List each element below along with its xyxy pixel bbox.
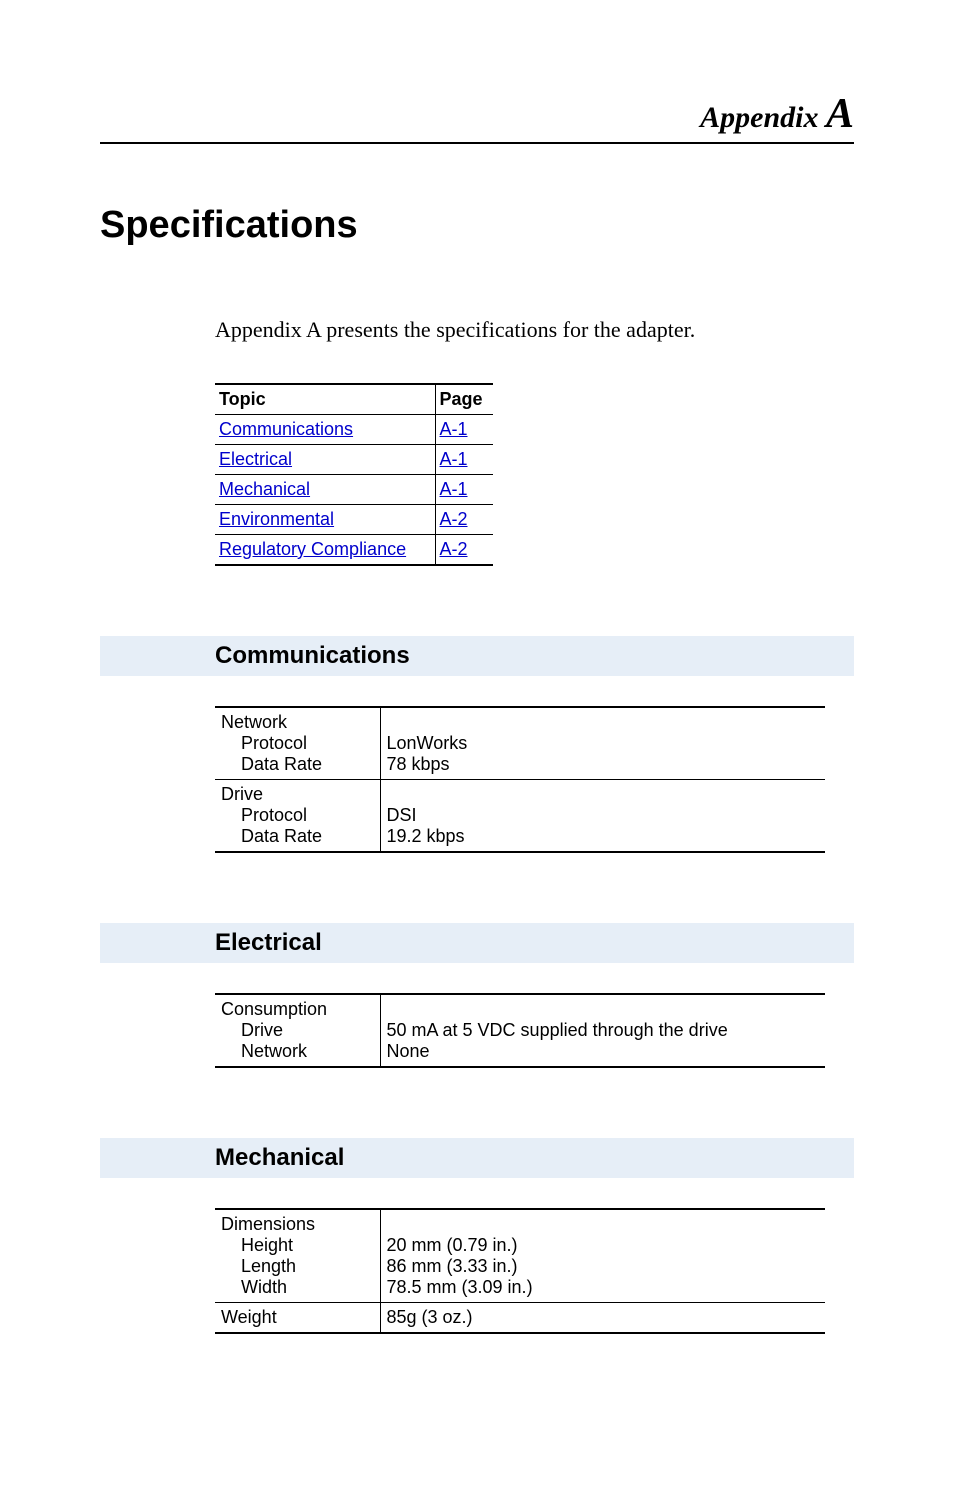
communications-table: Network Protocol Data Rate LonWorks 78 k… [215,706,825,853]
spec-sublabel: Network [221,1041,374,1062]
mechanical-table: Dimensions Height Length Width 20 mm (0.… [215,1208,825,1334]
appendix-label: Appendix [700,101,826,134]
page-title: Specifications [100,204,854,247]
spec-value: 50 mA at 5 VDC supplied through the driv… [387,1020,728,1040]
spec-value: 86 mm (3.33 in.) [387,1256,518,1276]
spec-sublabel: Drive [221,1020,374,1041]
spec-value: DSI [387,805,417,825]
section-heading-mechanical: Mechanical [100,1138,854,1178]
topic-table: Topic Page Communications A-1 Electrical… [215,383,493,566]
electrical-table: Consumption Drive Network 50 mA at 5 VDC… [215,993,825,1068]
spec-label: Drive [221,784,263,804]
spec-value: 20 mm (0.79 in.) [387,1235,518,1255]
page-link[interactable]: A-2 [440,509,468,529]
spec-label: Consumption [221,999,327,1019]
table-row: Dimensions Height Length Width 20 mm (0.… [215,1209,825,1303]
spec-label: Dimensions [221,1214,315,1234]
spec-value: 78.5 mm (3.09 in.) [387,1277,533,1297]
spec-sublabel: Data Rate [221,754,374,775]
spec-sublabel: Length [221,1256,374,1277]
spec-sublabel: Protocol [221,733,374,754]
table-row: Electrical A-1 [215,445,493,475]
spec-sublabel: Data Rate [221,826,374,847]
table-row: Environmental A-2 [215,505,493,535]
spec-label: Network [221,712,287,732]
page-link[interactable]: A-2 [440,539,468,559]
spec-label: Weight [221,1307,277,1327]
topic-header: Topic [215,384,435,415]
table-row: Mechanical A-1 [215,475,493,505]
spec-value: LonWorks [387,733,468,753]
topic-link[interactable]: Electrical [219,449,292,469]
intro-text: Appendix A presents the specifications f… [215,317,854,343]
spec-sublabel: Protocol [221,805,374,826]
section-heading-communications: Communications [100,636,854,676]
page-link[interactable]: A-1 [440,449,468,469]
spec-sublabel: Height [221,1235,374,1256]
table-row: Drive Protocol Data Rate DSI 19.2 kbps [215,780,825,853]
appendix-header: Appendix A [100,90,854,144]
table-row: Regulatory Compliance A-2 [215,535,493,566]
topic-link[interactable]: Communications [219,419,353,439]
spec-value: 85g (3 oz.) [387,1307,473,1327]
spec-value: 19.2 kbps [387,826,465,846]
table-row: Network Protocol Data Rate LonWorks 78 k… [215,707,825,780]
spec-sublabel: Width [221,1277,374,1298]
appendix-letter: A [826,91,854,137]
page-link[interactable]: A-1 [440,479,468,499]
topic-link[interactable]: Environmental [219,509,334,529]
table-row: Communications A-1 [215,415,493,445]
topic-link[interactable]: Regulatory Compliance [219,539,406,559]
page-link[interactable]: A-1 [440,419,468,439]
table-row: Weight 85g (3 oz.) [215,1303,825,1334]
page-header: Page [435,384,493,415]
section-heading-electrical: Electrical [100,923,854,963]
spec-value: 78 kbps [387,754,450,774]
topic-link[interactable]: Mechanical [219,479,310,499]
spec-value: None [387,1041,430,1061]
table-row: Consumption Drive Network 50 mA at 5 VDC… [215,994,825,1067]
